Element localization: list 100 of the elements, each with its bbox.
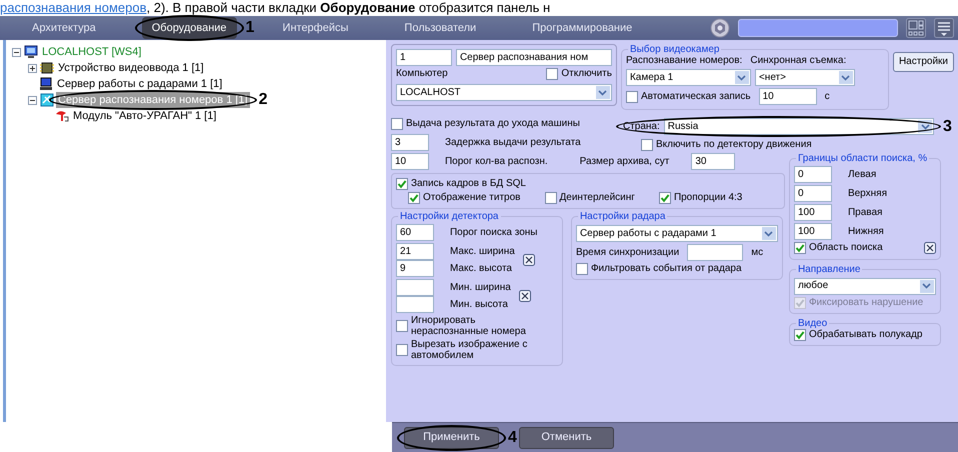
unit-label: мс (751, 246, 764, 258)
checkbox-label: Отключить (561, 68, 612, 80)
tree-item[interactable]: Модуль "Авто-УРАГАН" 1 [1] (71, 108, 218, 124)
chevron-down-icon (920, 124, 930, 130)
checkbox[interactable] (794, 242, 806, 254)
input-field[interactable]: 10 (758, 88, 817, 105)
dropdown[interactable]: <нет> (754, 69, 855, 86)
collapse-icon[interactable] (12, 48, 21, 56)
input-field[interactable]: 60 (396, 224, 434, 241)
input-field[interactable]: 30 (691, 153, 736, 170)
input-field[interactable]: 21 (396, 243, 434, 260)
field-label: Правая (848, 206, 882, 218)
input-field[interactable]: 100 (794, 223, 832, 240)
checkbox[interactable] (546, 68, 558, 80)
field-label: Порог кол-ва распозн. (444, 156, 548, 168)
expand-icon[interactable] (28, 64, 37, 72)
input-field[interactable]: 10 (390, 153, 429, 170)
group-title: Видео (796, 318, 828, 329)
device-icon (40, 93, 54, 107)
field-label: Размер архива, сут (580, 156, 670, 168)
field-label: Верхняя (848, 188, 887, 200)
apply-button[interactable]: Применить (404, 426, 499, 448)
menu-tab[interactable]: Архитектура (22, 16, 106, 40)
settings-button[interactable]: Настройки (892, 52, 954, 72)
dropdown[interactable]: Камера 1 (626, 69, 751, 86)
checkbox-label: Включить по детектору движения (656, 139, 812, 151)
checkbox[interactable] (408, 192, 420, 204)
chip-icon (40, 61, 54, 75)
reset-icon (522, 254, 535, 266)
callout-number: 1 (246, 20, 254, 36)
input-field[interactable]: 0 (794, 166, 832, 183)
checkbox[interactable] (390, 118, 403, 130)
computer-icon (39, 77, 53, 91)
input-field[interactable]: 3 (390, 134, 429, 151)
field-label: Мин. ширина (450, 282, 511, 294)
field-label: Левая (848, 168, 876, 180)
collapse-icon[interactable] (28, 96, 37, 104)
checkbox-label: Запись кадров в БД SQL (410, 178, 526, 190)
checkbox[interactable] (626, 90, 638, 102)
menu-tab[interactable]: Пользователи (394, 16, 486, 40)
dropdown[interactable]: Сервер работы с радарами 1 (576, 225, 778, 242)
checkbox[interactable] (396, 344, 408, 356)
group-title: Границы области поиска, % (796, 153, 928, 164)
checkbox[interactable] (576, 263, 588, 275)
checkbox-label: Фиксировать нарушение (808, 296, 924, 309)
field-label: Нижняя (848, 226, 884, 238)
field-label: Время синхронизации (576, 246, 680, 258)
module-icon (55, 109, 69, 123)
reset-icon (924, 242, 936, 254)
dropdown[interactable]: LOCALHOST (396, 84, 612, 101)
field-label: Макс. ширина (450, 246, 515, 258)
paragraph-text: распознавания номеров, 2). В правой части вкладки Оборудование отобразится панель н (0, 0, 552, 16)
checkbox-label: Пропорции 4:3 (674, 192, 742, 204)
input-field[interactable] (687, 244, 744, 261)
callout-number: 3 (943, 118, 952, 134)
unit-label: с (824, 90, 830, 102)
dropdown[interactable]: любое (794, 278, 936, 295)
field-label: Макс. высота (450, 262, 512, 274)
menu-tab[interactable]: Оборудование (142, 16, 237, 40)
field-label: Порог поиска зоны (450, 226, 538, 238)
dropdown[interactable]: Russia (664, 118, 934, 135)
chevron-down-icon (922, 283, 932, 290)
tree-item[interactable]: Устройство видеоввода 1 [1] (56, 60, 206, 76)
group-title: Выбор видеокамер (628, 44, 720, 55)
checkbox[interactable] (640, 139, 653, 151)
checkbox-label: Игнорировать нераспознанные номера (410, 315, 527, 337)
field-label: Мин. высота (450, 298, 508, 310)
checkbox[interactable] (794, 328, 806, 341)
input-field[interactable]: Сервер распознавания ном (456, 49, 612, 66)
tree-item[interactable]: LOCALHOST [WS4] (40, 44, 144, 60)
checkbox-label: Обрабатывать полукадр (808, 328, 922, 341)
checkbox[interactable] (396, 178, 408, 190)
menu-tab[interactable]: Интерфейсы (272, 16, 358, 40)
group-title: Направление (796, 264, 862, 275)
input-field[interactable]: 100 (794, 204, 832, 221)
checkbox[interactable] (396, 320, 408, 332)
input-field[interactable]: 9 (396, 260, 434, 277)
link[interactable]: распознавания номеров (0, 0, 146, 15)
tree-item[interactable]: Сервер работы с радарами 1 [1] (55, 76, 224, 92)
layout-icon (906, 18, 926, 38)
cancel-button[interactable]: Отменить (519, 426, 614, 448)
reset-icon (518, 290, 531, 302)
input-field[interactable] (396, 296, 434, 313)
checkbox-label: Фильтровать события от радара (590, 263, 742, 275)
input-field[interactable]: 0 (794, 185, 832, 202)
callout-number: 2 (258, 92, 268, 108)
gear-icon (710, 18, 730, 38)
checkbox-label: Область поиска (808, 242, 883, 254)
checkbox-label: Вырезать изображение с автомобилем (410, 339, 528, 361)
chevron-down-icon (598, 90, 608, 96)
checkbox[interactable] (658, 192, 671, 204)
checkbox-label: Автоматическая запись (640, 90, 751, 102)
checkbox-label: Отображение титров (422, 192, 520, 204)
input-field[interactable]: 1 (396, 49, 452, 66)
field-label: Синхронная съемка: (750, 55, 846, 67)
checkbox[interactable] (544, 192, 556, 204)
field-label: Страна: (622, 120, 660, 132)
menu-tab[interactable]: Программирование (522, 16, 642, 40)
search-field[interactable] (738, 19, 898, 37)
input-field[interactable] (396, 279, 434, 296)
